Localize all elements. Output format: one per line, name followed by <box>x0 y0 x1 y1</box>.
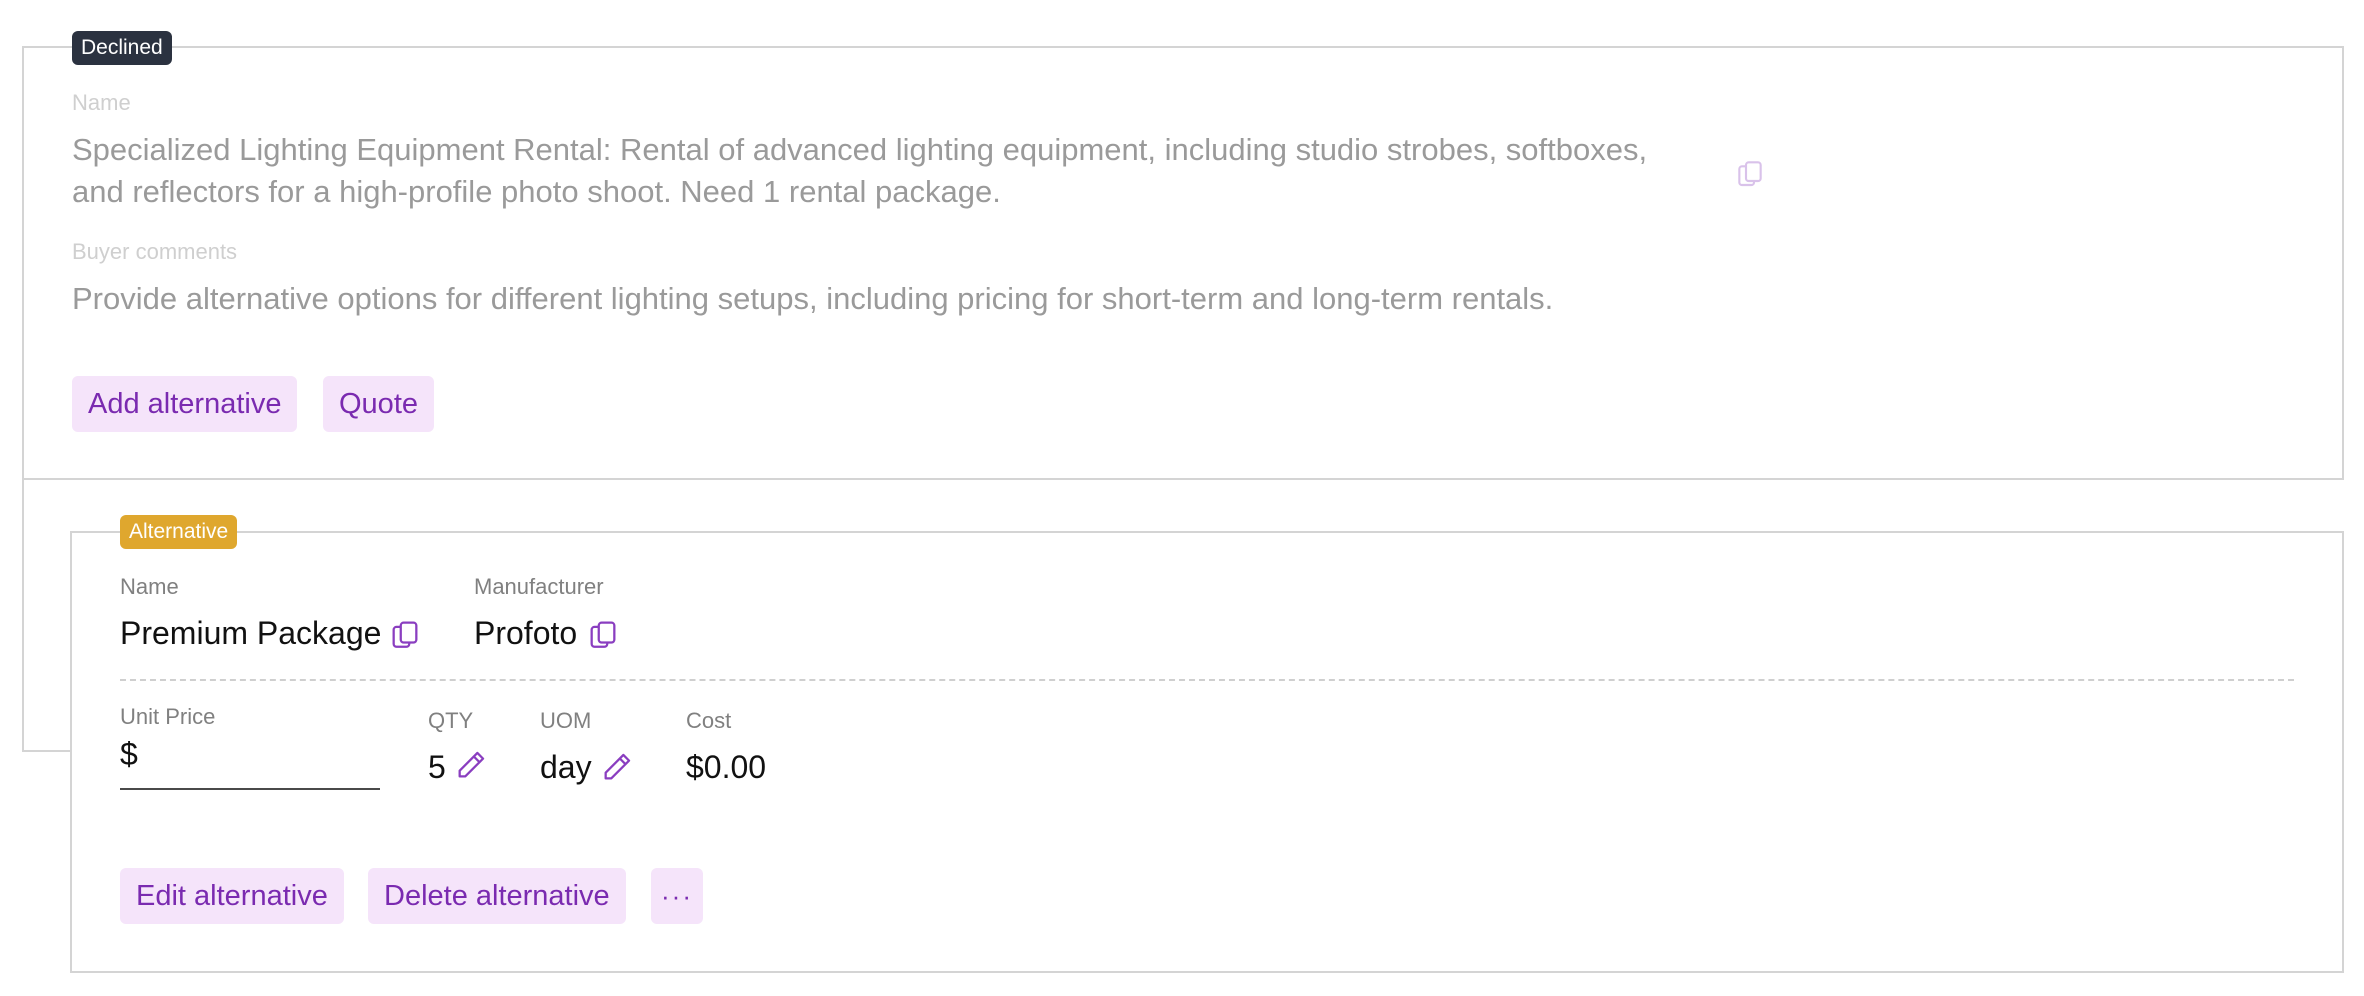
delete-alternative-button[interactable]: Delete alternative <box>368 868 626 924</box>
section-divider <box>120 679 2294 681</box>
more-horizontal-icon[interactable]: ··· <box>651 868 703 924</box>
item-name-line-1: Specialized Lighting Equipment Rental: R… <box>72 132 1648 167</box>
buyer-comments-text: Provide alternative options for differen… <box>72 281 1554 316</box>
manufacturer-value: Profoto <box>474 615 578 651</box>
unit-price-input[interactable]: $ <box>120 736 380 790</box>
qty-label: QTY <box>428 708 474 733</box>
pencil-icon[interactable] <box>600 750 634 784</box>
cost-value: $0.00 <box>686 749 767 785</box>
copy-icon[interactable] <box>586 617 620 651</box>
alternative-name-label: Name <box>120 574 179 599</box>
quote-button[interactable]: Quote <box>323 376 434 432</box>
alternative-name-value: Premium Package <box>120 615 382 651</box>
copy-icon[interactable] <box>388 617 422 651</box>
qty-value: 5 <box>428 749 446 785</box>
edit-alternative-button[interactable]: Edit alternative <box>120 868 344 924</box>
copy-icon[interactable] <box>1734 157 1766 189</box>
uom-value: day <box>540 749 592 785</box>
add-alternative-button[interactable]: Add alternative <box>72 376 298 432</box>
item-name-label: Name <box>72 90 131 115</box>
cost-label: Cost <box>686 708 732 733</box>
pencil-icon[interactable] <box>454 748 488 782</box>
uom-label: UOM <box>540 708 592 733</box>
item-card-border-extension <box>22 478 72 752</box>
item-name-line-2: and reflectors for a high-profile photo … <box>72 174 1001 209</box>
manufacturer-label: Manufacturer <box>474 574 604 599</box>
status-badge: Declined <box>72 31 172 65</box>
alternative-badge: Alternative <box>120 515 238 549</box>
buyer-comments-label: Buyer comments <box>72 239 238 264</box>
currency-prefix: $ <box>120 736 138 772</box>
unit-price-label: Unit Price <box>120 704 216 729</box>
